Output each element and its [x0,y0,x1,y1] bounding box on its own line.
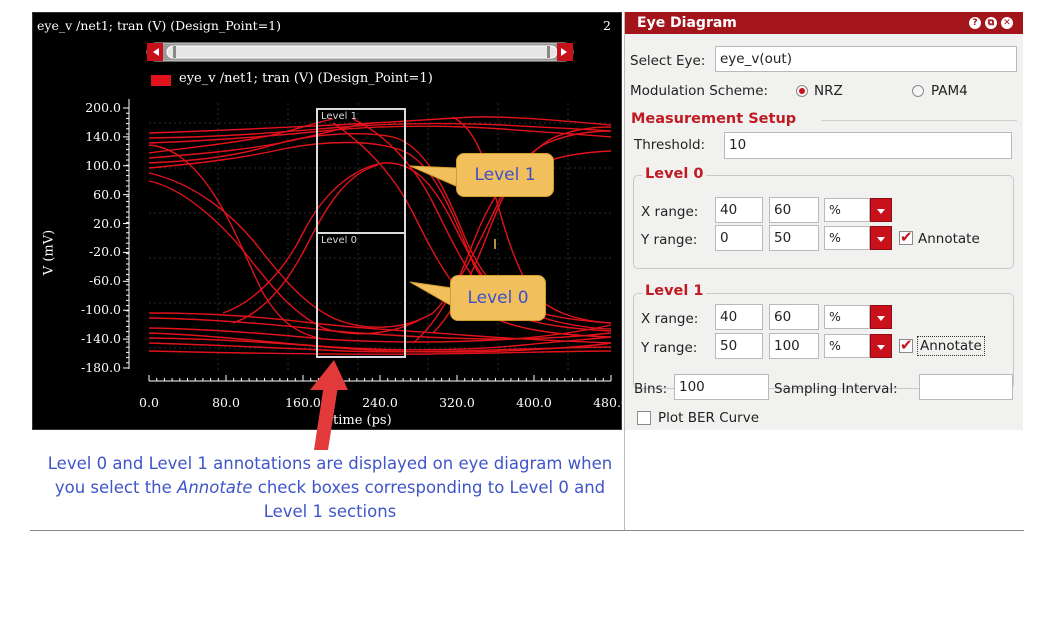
level1-title: Level 1 [642,282,707,300]
level1-x-min-input[interactable]: 40 [715,304,763,330]
level1-x-unit-select[interactable]: % [824,305,870,329]
level0-x-max-input[interactable]: 60 [769,197,819,223]
plot-ber-checkbox[interactable] [637,411,651,425]
sampling-interval-input[interactable] [919,374,1013,400]
caption-text: Level 0 and Level 1 annotations are disp… [40,452,620,524]
level1-y-min-input[interactable]: 50 [715,333,763,359]
caption-italic: Annotate [177,478,253,497]
red-arrow-icon [310,360,348,450]
panel-title: Eye Diagram [637,15,737,31]
bins-input[interactable]: 100 [674,374,769,400]
caption-part2: check boxes corresponding to Level 0 and… [252,478,606,521]
level0-group [633,175,1014,269]
threshold-label: Threshold: [634,137,706,153]
pam4-radio[interactable] [912,85,924,97]
eye-diagram-panel: Eye Diagram ? ⧉ ✕ Select Eye: eye_v(out)… [624,12,1023,530]
help-icon[interactable]: ? [969,17,981,29]
level0-annotate-checkbox[interactable] [899,228,913,246]
level0-y-range-label: Y range: [641,232,698,248]
level0-x-unit-select[interactable]: % [824,198,870,222]
level1-y-unit-dropdown-icon[interactable] [870,334,892,358]
level1-y-max-input[interactable]: 100 [769,333,819,359]
level1-annotate-checkbox[interactable] [899,336,913,354]
level0-x-range-label: X range: [641,204,699,220]
level1-x-range-label: X range: [641,311,699,327]
nrz-radio[interactable] [796,85,808,97]
plot-ber-label: Plot BER Curve [658,410,760,426]
nrz-radio-label: NRZ [814,83,843,99]
level1-x-unit-dropdown-icon[interactable] [870,305,892,329]
bins-label: Bins: [634,381,668,397]
bottom-divider [30,530,1024,531]
threshold-input[interactable]: 10 [724,132,1012,159]
panel-header[interactable]: Eye Diagram ? ⧉ ✕ [625,12,1023,34]
close-icon[interactable]: ✕ [1001,17,1013,29]
level1-y-unit-select[interactable]: % [824,334,870,358]
level0-x-min-input[interactable]: 40 [715,197,763,223]
level0-annotate-label: Annotate [918,231,980,247]
modulation-label: Modulation Scheme: [630,83,769,99]
level1-x-max-input[interactable]: 60 [769,304,819,330]
level1-y-range-label: Y range: [641,340,698,356]
level1-annotate-label: Annotate [917,336,985,356]
level0-y-unit-dropdown-icon[interactable] [870,226,892,250]
pam4-radio-label: PAM4 [931,83,968,99]
section-divider [821,120,1017,121]
level0-title: Level 0 [642,165,707,183]
level0-y-unit-select[interactable]: % [824,226,870,250]
float-window-icon[interactable]: ⧉ [985,17,997,29]
panel-body: Select Eye: eye_v(out) Modulation Scheme… [625,34,1023,430]
level0-x-unit-dropdown-icon[interactable] [870,198,892,222]
level0-y-min-input[interactable]: 0 [715,225,763,251]
level0-y-max-input[interactable]: 50 [769,225,819,251]
select-eye-field[interactable]: eye_v(out) [715,46,1017,72]
level0-callout: Level 0 [450,275,546,321]
sampling-interval-label: Sampling Interval: [774,381,898,397]
level1-callout: Level 1 [456,153,554,197]
select-eye-label: Select Eye: [630,53,706,69]
measurement-setup-title: Measurement Setup [631,111,797,127]
